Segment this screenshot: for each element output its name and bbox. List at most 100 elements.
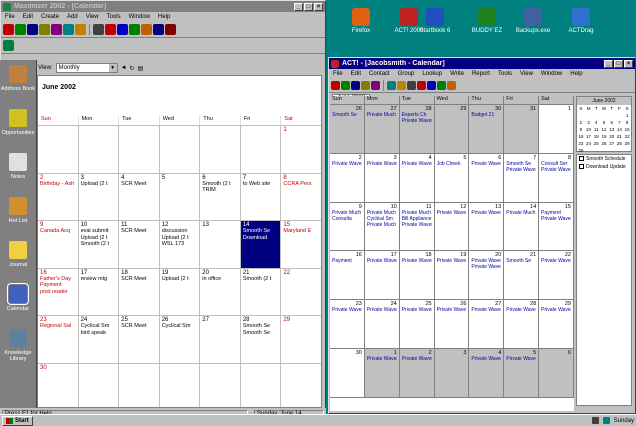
act-calendar-day[interactable]: 22 Private Waves	[539, 251, 574, 300]
calendar-day[interactable]	[38, 126, 79, 173]
sidebar-item[interactable]: Notes	[0, 148, 36, 192]
act-calendar-event[interactable]: Private Waves	[402, 118, 432, 124]
calendar-day[interactable]: 8 CCRA Pers	[281, 174, 321, 221]
act-calendar-day[interactable]: 8 Consult Ser Private Waves	[539, 153, 574, 202]
calendar-day[interactable]: 12 discussion Upload (2 t WSL 173	[160, 221, 201, 268]
act-calendar-event[interactable]: Private Waves	[367, 307, 397, 313]
act-calendar-day[interactable]: 5 Private Waves	[504, 348, 540, 397]
calendar-event[interactable]: Upload (2 t	[81, 181, 117, 188]
calendar-event[interactable]: Regional Sal	[40, 323, 76, 330]
toolbar-button-icon[interactable]	[51, 24, 62, 35]
calendar-day[interactable]: 13	[200, 221, 241, 268]
mini-date[interactable]: 30	[577, 147, 585, 154]
menu-item[interactable]: Create	[41, 14, 59, 20]
toolbar-button-icon[interactable]	[153, 24, 164, 35]
act-calendar-event[interactable]: Payment	[332, 258, 362, 264]
act-calendar-event[interactable]: Private Waves	[541, 258, 571, 264]
act-calendar-day[interactable]: 28 Private Waves	[504, 300, 540, 348]
act-menu-item[interactable]: Report	[472, 71, 490, 77]
calendar-day[interactable]	[78, 363, 120, 407]
act-menu-item[interactable]: Group	[398, 71, 415, 77]
act-calendar-event[interactable]: Smooth Se	[506, 258, 536, 264]
calendar-event[interactable]: CCRA Pers	[283, 181, 319, 188]
act-calendar-day[interactable]: 2 Private Waves	[399, 348, 435, 397]
menu-item[interactable]: Window	[129, 14, 150, 20]
calendar-day[interactable]	[200, 126, 241, 173]
calendar-event[interactable]: WSL 173	[162, 241, 198, 248]
mini-date[interactable]: 6	[608, 119, 616, 126]
act-calendar-day[interactable]: 3	[434, 348, 470, 397]
act-toolbar-button-icon[interactable]	[437, 81, 446, 90]
act-calendar-day[interactable]: 6 Private Waves	[469, 153, 505, 202]
mini-date[interactable]: 2	[577, 119, 585, 126]
start-button[interactable]: Start	[2, 415, 33, 426]
sidebar-item[interactable]: Journal	[0, 236, 36, 280]
act-calendar-day[interactable]: 30 Budget 21	[469, 105, 505, 153]
act-menu-item[interactable]: Write	[450, 71, 464, 77]
calendar-event[interactable]: Birthday - Ash	[40, 181, 76, 188]
menu-item[interactable]: Edit	[23, 14, 33, 20]
mini-date[interactable]: 11	[592, 126, 600, 133]
task-item[interactable]: Smooth Schedule	[577, 155, 631, 163]
mini-date[interactable]: 26	[600, 140, 608, 147]
calendar-event[interactable]: SCR Meet	[121, 228, 157, 235]
act-menu-item[interactable]: Window	[541, 71, 562, 77]
mini-date[interactable]: 17	[585, 133, 593, 140]
act-calendar-event[interactable]: Cyclical Sm	[367, 216, 397, 222]
act-calendar-event[interactable]: Private Waves	[437, 210, 467, 216]
act-calendar-event[interactable]: Private Much	[367, 222, 397, 228]
act-toolbar-button-icon[interactable]	[397, 81, 406, 90]
act-calendar-day[interactable]: 12 Private Waves	[435, 202, 470, 251]
act-toolbar-button-icon[interactable]	[361, 81, 370, 90]
act-menu-item[interactable]: View	[520, 71, 533, 77]
mini-date[interactable]: 1	[623, 112, 631, 119]
calendar-event[interactable]: TRIM	[202, 187, 238, 194]
toolbar-button-icon[interactable]	[141, 24, 152, 35]
act-menu-item[interactable]: Help	[570, 71, 582, 77]
mini-date[interactable]: 16	[577, 133, 585, 140]
calendar-event[interactable]: post reader	[40, 289, 76, 296]
sidebar-item[interactable]: Knowledge Library	[0, 324, 36, 368]
mini-date[interactable]: 21	[616, 133, 624, 140]
act-calendar-day[interactable]: 26 Smooth Se	[330, 105, 365, 153]
act-maximize-button[interactable]: □	[614, 59, 623, 68]
act-calendar-day[interactable]: 4 Private Waves	[469, 348, 505, 397]
menu-item[interactable]: File	[5, 14, 15, 20]
mini-date[interactable]: 19	[600, 133, 608, 140]
maximizer-titlebar[interactable]: Maximizer 2002 - [Calendar] _ □ ×	[1, 1, 325, 12]
sidebar-item[interactable]: Address Book	[0, 60, 36, 104]
calendar-day[interactable]: 15 Maryland E	[281, 221, 321, 268]
act-calendar-event[interactable]: Private Much	[367, 210, 397, 216]
act-calendar-event[interactable]: Private Waves	[367, 161, 397, 167]
calendar-day[interactable]	[119, 363, 160, 407]
mini-date[interactable]: 22	[623, 133, 631, 140]
calendar-event[interactable]: Upload (2 t	[162, 276, 198, 283]
minimize-button[interactable]: _	[294, 2, 303, 11]
calendar-event[interactable]: to Web site	[243, 181, 279, 188]
toolbar-button-icon[interactable]	[117, 24, 128, 35]
calendar-day[interactable]: 30	[38, 363, 79, 407]
calendar-day[interactable]: 5	[160, 173, 201, 221]
calendar-event[interactable]: Smooth (2 t	[81, 241, 117, 248]
mini-date[interactable]: 29	[623, 140, 631, 147]
calendar-day[interactable]: 9 Canada Acq	[38, 221, 79, 268]
green-diamond-icon[interactable]	[3, 40, 14, 51]
act-calendar-event[interactable]: Private Waves	[367, 356, 397, 362]
act-calendar-event[interactable]: Consult Ser	[541, 161, 571, 167]
calendar-day[interactable]: 23 Regional Sal	[38, 316, 79, 363]
act-calendar-day[interactable]: 13 Private Waves	[469, 202, 505, 251]
act-calendar-event[interactable]: Private Waves	[402, 356, 432, 362]
calendar-day[interactable]	[78, 126, 120, 173]
calendar-event[interactable]: SCR Meet	[121, 323, 157, 330]
act-toolbar-button-icon[interactable]	[407, 81, 416, 90]
act-calendar-day[interactable]: 16 Payment	[330, 251, 365, 300]
act-calendar-event[interactable]: Private Waves	[471, 356, 501, 362]
act-calendar-event[interactable]: Private Waves	[332, 307, 362, 313]
act-calendar-day[interactable]: 27 Private Waves	[469, 300, 505, 348]
mini-date[interactable]: 20	[608, 133, 616, 140]
calendar-day[interactable]: 18 SCR Meet	[119, 268, 160, 316]
toolbar-button-icon[interactable]	[165, 24, 176, 35]
menu-item[interactable]: Add	[67, 14, 78, 20]
mini-date[interactable]: 5	[600, 119, 608, 126]
act-calendar-day[interactable]: 25 Private Waves	[400, 300, 435, 348]
